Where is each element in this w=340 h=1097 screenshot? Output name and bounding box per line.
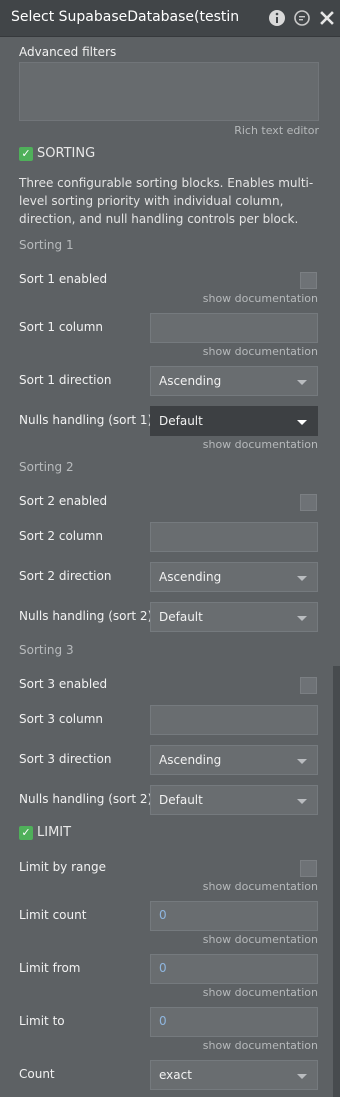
sort-3-column-label: Sort 3 column: [19, 712, 104, 726]
limit-from-input[interactable]: 0: [150, 954, 318, 984]
chevron-down-icon: [297, 420, 307, 425]
sort-1-nulls-label: Nulls handling (sort 1): [19, 413, 153, 427]
limit-to-input[interactable]: 0: [150, 1007, 318, 1037]
sort-3-enabled-label: Sort 3 enabled: [19, 677, 108, 691]
advanced-filters-label: Advanced filters: [19, 45, 117, 59]
window-title: Select SupabaseDatabase(testin: [11, 9, 240, 25]
sort-3-nulls-label: Nulls handling (sort 2): [19, 792, 153, 806]
close-icon[interactable]: [318, 9, 336, 27]
sort-1-nulls-value: Default: [159, 414, 203, 428]
sort-3-nulls-select[interactable]: Default: [150, 785, 318, 815]
show-documentation-link[interactable]: show documentation: [203, 933, 318, 946]
sorting-1-group-label: Sorting 1: [19, 238, 74, 252]
sort-1-nulls-select[interactable]: Default: [150, 406, 318, 436]
sort-3-column-input[interactable]: [150, 705, 318, 735]
show-documentation-link[interactable]: show documentation: [203, 880, 318, 893]
sort-3-enabled-checkbox[interactable]: [300, 677, 317, 694]
show-documentation-link[interactable]: show documentation: [203, 986, 318, 999]
show-documentation-link[interactable]: show documentation: [203, 1039, 318, 1052]
sort-2-column-label: Sort 2 column: [19, 529, 104, 543]
sort-2-enabled-label: Sort 2 enabled: [19, 494, 108, 508]
count-mode-select[interactable]: exact: [150, 1060, 318, 1090]
sorting-heading-text: SORTING: [37, 146, 96, 161]
sort-1-direction-value: Ascending: [159, 374, 222, 388]
chevron-down-icon: [297, 576, 307, 581]
chevron-down-icon: [297, 759, 307, 764]
sort-3-direction-select[interactable]: Ascending: [150, 745, 318, 775]
limit-count-label: Limit count: [19, 908, 87, 922]
sort-3-direction-label: Sort 3 direction: [19, 752, 112, 766]
count-mode-label: Count: [19, 1067, 55, 1081]
chevron-down-icon: [297, 799, 307, 804]
show-documentation-link[interactable]: show documentation: [203, 345, 318, 358]
title-bar: Select SupabaseDatabase(testin: [0, 0, 340, 37]
count-mode-value: exact: [159, 1068, 192, 1082]
sorting-3-group-label: Sorting 3: [19, 643, 74, 657]
sorting-description: Three configurable sorting blocks. Enabl…: [19, 176, 314, 226]
info-icon[interactable]: [268, 9, 286, 27]
limit-heading-text: LIMIT: [37, 825, 72, 840]
sort-2-enabled-checkbox[interactable]: [300, 494, 317, 511]
sort-3-direction-value: Ascending: [159, 753, 222, 767]
sort-2-direction-value: Ascending: [159, 570, 222, 584]
limit-section-heading: ✓ LIMIT: [19, 825, 71, 840]
sort-1-direction-select[interactable]: Ascending: [150, 366, 318, 396]
sorting-section-heading: ✓ SORTING: [19, 146, 95, 161]
sort-1-column-input[interactable]: [150, 313, 318, 343]
sort-2-direction-label: Sort 2 direction: [19, 569, 112, 583]
show-documentation-link[interactable]: show documentation: [203, 438, 318, 451]
chevron-down-icon: [297, 616, 307, 621]
limit-from-label: Limit from: [19, 961, 81, 975]
sort-2-nulls-label: Nulls handling (sort 2): [19, 609, 153, 623]
sort-3-nulls-value: Default: [159, 793, 203, 807]
limit-by-range-checkbox[interactable]: [300, 860, 317, 877]
chevron-down-icon: [297, 1074, 307, 1079]
sort-1-enabled-label: Sort 1 enabled: [19, 272, 108, 286]
check-mark-icon: ✓: [19, 825, 33, 840]
show-documentation-link[interactable]: show documentation: [203, 292, 318, 305]
sort-1-direction-label: Sort 1 direction: [19, 373, 112, 387]
advanced-filters-editor[interactable]: [19, 62, 319, 121]
sort-1-column-label: Sort 1 column: [19, 320, 104, 334]
sort-2-direction-select[interactable]: Ascending: [150, 562, 318, 592]
check-mark-icon: ✓: [19, 146, 33, 161]
sort-2-nulls-value: Default: [159, 610, 203, 624]
rich-text-editor-caption: Rich text editor: [234, 124, 319, 137]
sort-1-enabled-checkbox[interactable]: [300, 272, 317, 289]
limit-count-input[interactable]: 0: [150, 901, 318, 931]
limit-to-label: Limit to: [19, 1014, 65, 1028]
chevron-down-icon: [297, 380, 307, 385]
scrollbar[interactable]: [333, 666, 340, 1097]
sort-2-column-input[interactable]: [150, 522, 318, 552]
comment-icon[interactable]: [293, 9, 311, 27]
sorting-2-group-label: Sorting 2: [19, 460, 74, 474]
sort-2-nulls-select[interactable]: Default: [150, 602, 318, 632]
limit-by-range-label: Limit by range: [19, 860, 106, 874]
